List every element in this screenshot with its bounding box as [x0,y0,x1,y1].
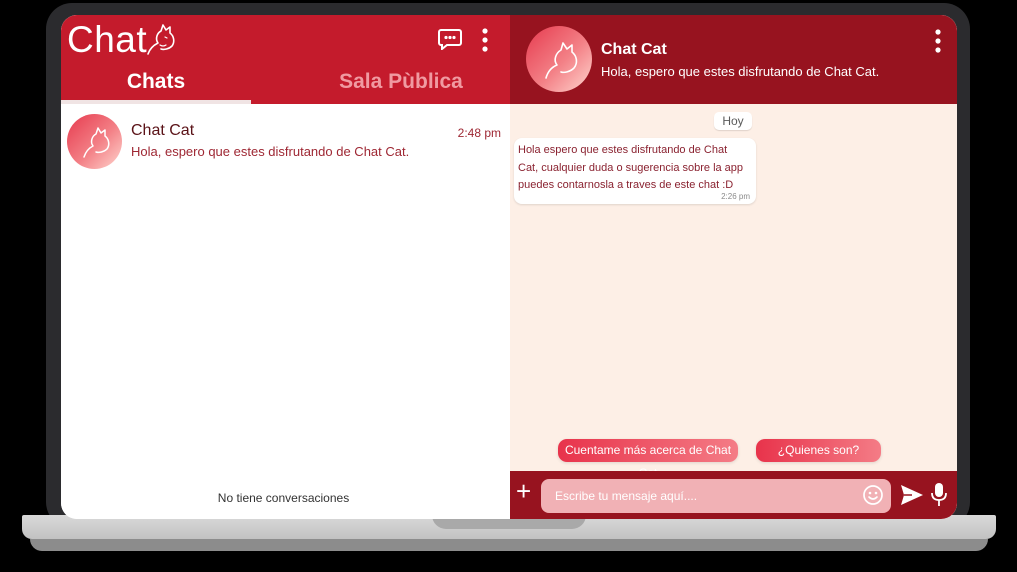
conversation-time: 2:48 pm [457,126,501,140]
message-time: 2:26 pm [721,192,750,201]
suggestion-chip-about[interactable]: Cuentame más acerca de Chat Cat [558,439,738,480]
message-input[interactable] [541,479,891,513]
suggestion-chip-who[interactable]: ¿Quienes son? [756,439,881,462]
chat-title: Chat Cat [601,41,667,58]
emoji-icon[interactable] [862,484,884,511]
chat-pane: Chat Cat Hola, espero que estes disfruta… [510,15,957,519]
tab-sala-publica[interactable]: Sala Pùblica [311,70,491,100]
new-chat-icon[interactable] [438,28,462,55]
conversation-preview: Hola, espero que estes disfrutando de Ch… [131,144,410,159]
app-header: Chat Chats Sala Pùblica [61,15,510,104]
mic-icon[interactable] [930,482,948,513]
chat-avatar[interactable] [526,26,592,92]
empty-conversations-note: No tiene conversaciones [217,491,350,505]
message-text: Hola espero que estes disfrutando de Cha… [518,144,744,191]
plus-icon[interactable]: + [516,476,531,507]
app-screen: Chat Chats Sala Pùblica Chat Cat Hola, e… [61,15,957,519]
chat-status: Hola, espero que estes disfrutando de Ch… [601,64,880,79]
more-vert-icon[interactable] [480,27,490,58]
app-title: Chat [67,19,148,60]
cat-avatar-icon [545,42,578,79]
cat-avatar-icon [83,127,110,158]
conversation-item[interactable]: Chat Cat Hola, espero que estes disfruta… [61,104,510,184]
avatar [67,114,122,169]
send-icon[interactable] [900,484,924,511]
date-separator: Hoy [714,112,752,130]
tab-chats[interactable]: Chats [61,70,251,100]
conversations-pane: Chat Chats Sala Pùblica Chat Cat Hola, e… [61,15,510,519]
laptop-base-shadow [30,539,988,551]
chat-header: Chat Cat Hola, espero que estes disfruta… [510,15,957,104]
cat-logo-icon [147,24,175,55]
message-composer: + [510,471,957,519]
chat-more-vert-icon[interactable] [933,28,943,59]
conversation-name: Chat Cat [131,122,195,139]
message-bubble: Hola espero que estes disfrutando de Cha… [514,138,756,204]
